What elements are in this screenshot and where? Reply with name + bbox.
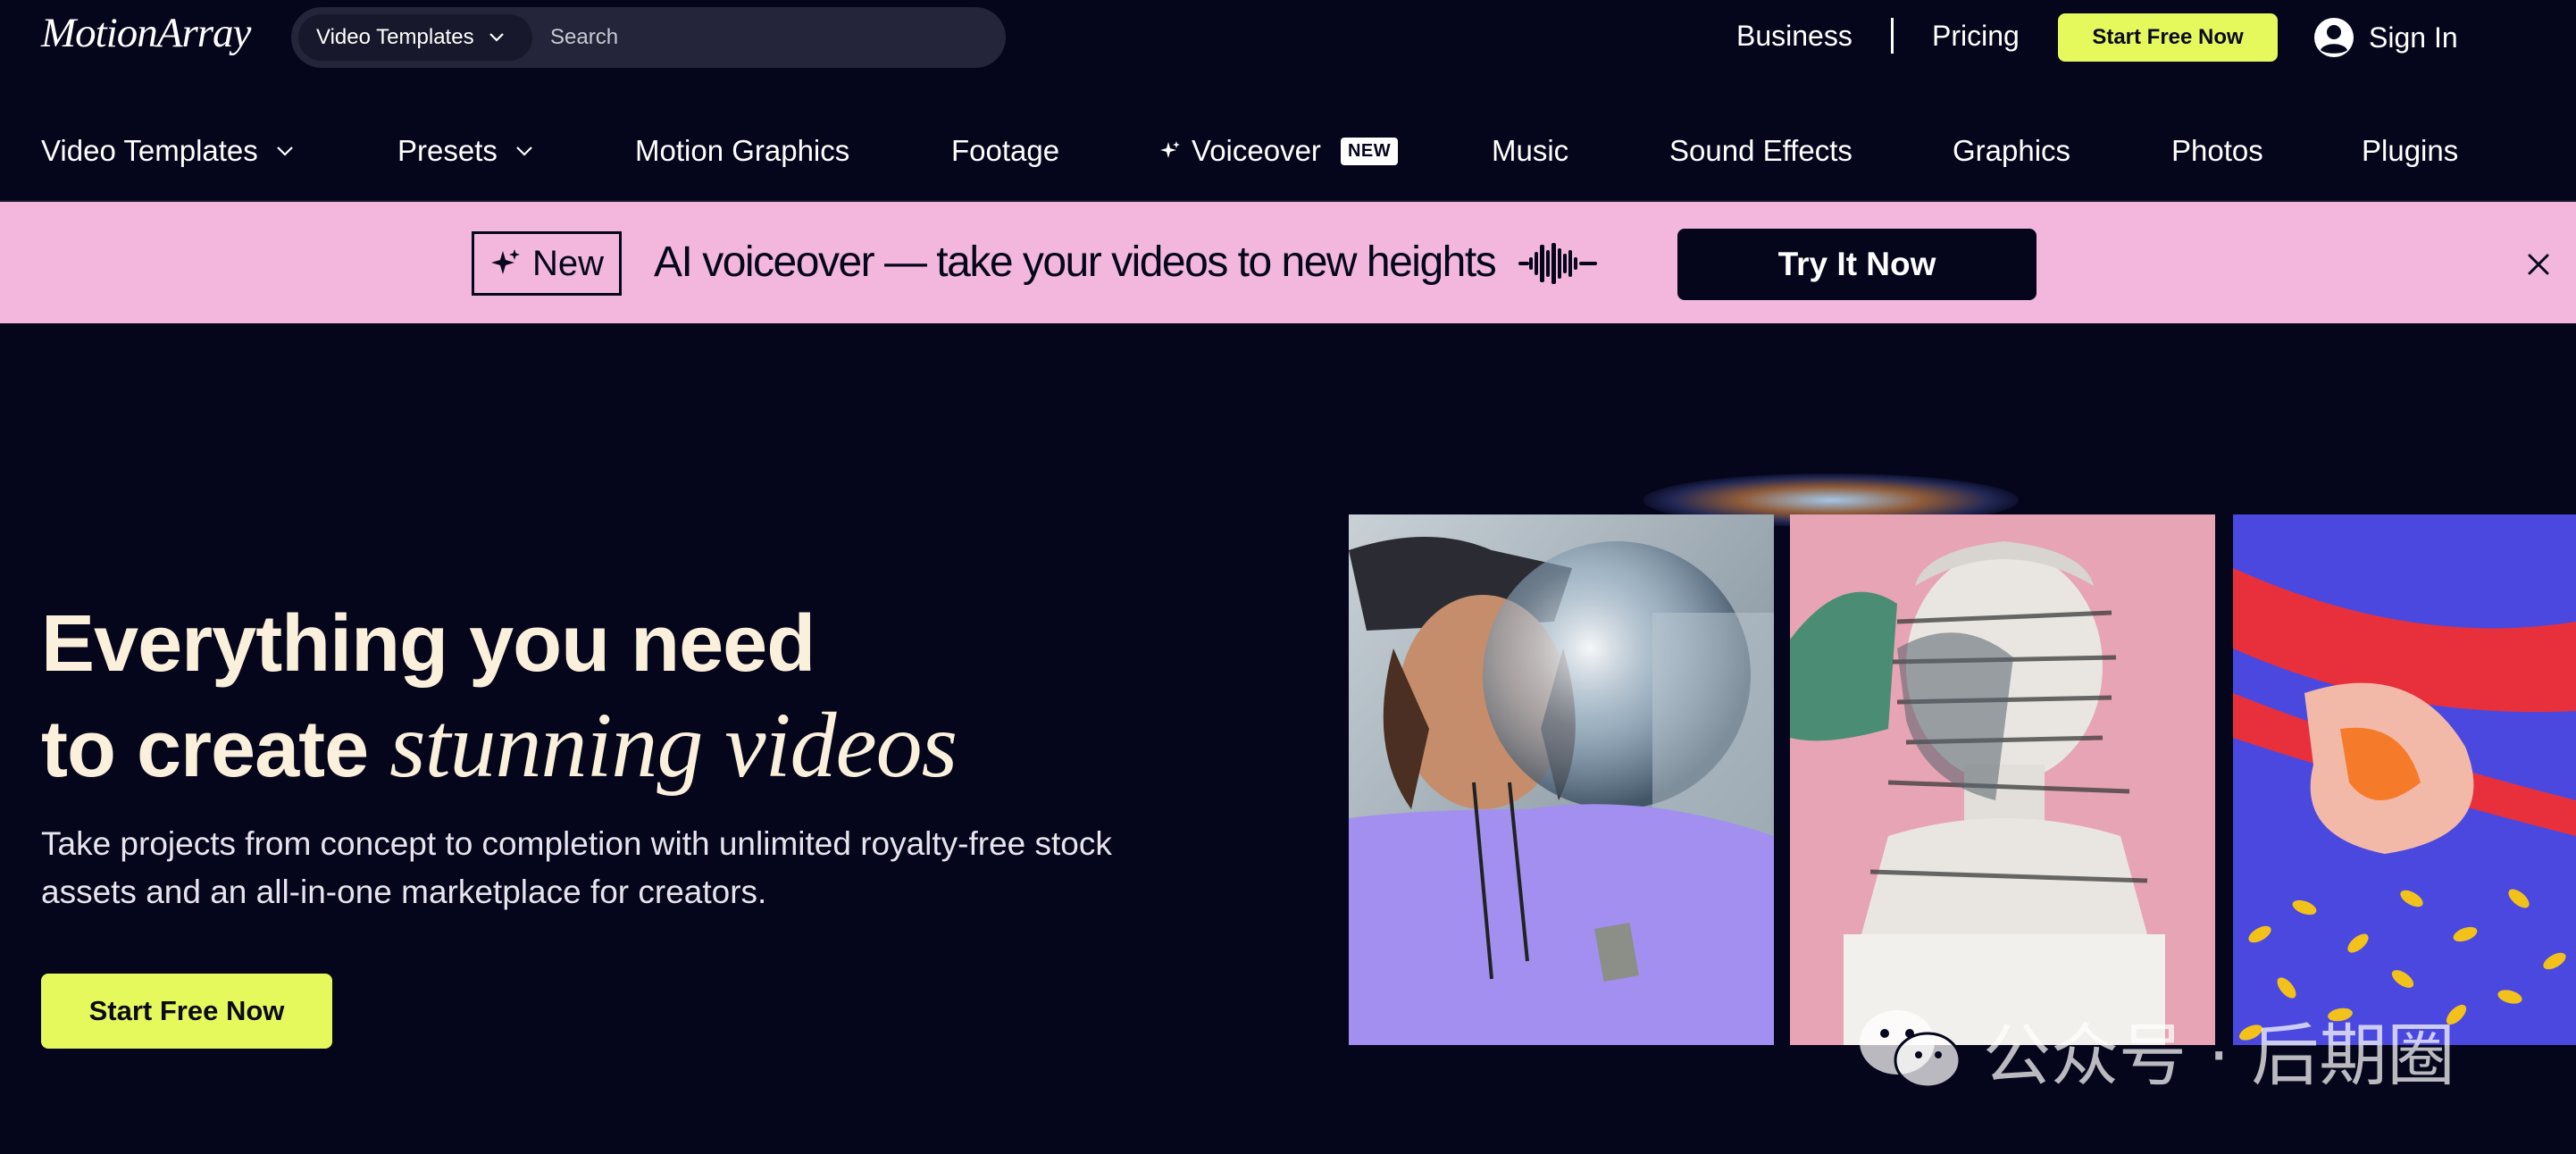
search-category-dropdown[interactable]: Video Templates — [298, 14, 532, 61]
nav-item-video-templates[interactable]: Video Templates — [41, 134, 294, 168]
person-with-glass-sphere-image — [1349, 514, 1774, 1045]
gallery-image-person — [1349, 514, 1774, 1045]
start-free-button-header[interactable]: Start Free Now — [2058, 13, 2278, 62]
nav-item-label: Presets — [397, 134, 498, 167]
search-category-label: Video Templates — [316, 25, 474, 49]
nav-item-plugins[interactable]: Plugins — [2362, 134, 2458, 168]
pricing-link[interactable]: Pricing — [1932, 20, 2020, 53]
start-free-button-hero[interactable]: Start Free Now — [41, 974, 332, 1049]
divider — [1891, 18, 1894, 54]
nav-item-label: Footage — [951, 134, 1060, 167]
close-icon[interactable] — [2524, 250, 2553, 279]
wechat-icon — [1860, 1010, 1961, 1089]
nav-item-graphics[interactable]: Graphics — [1953, 134, 2070, 168]
search-input[interactable] — [550, 16, 979, 59]
category-nav: Video Templates Presets Motion Graphics … — [0, 116, 2576, 188]
top-header: MotionArray Video Templates Business Pri… — [0, 0, 2576, 75]
sign-in-label: Sign In — [2369, 21, 2458, 54]
gallery-image-statue — [1790, 514, 2215, 1045]
soundwave-icon — [1518, 243, 1597, 284]
sign-in-link[interactable]: Sign In — [2313, 14, 2458, 61]
hero-title-plain: to create — [41, 705, 390, 794]
nav-item-label: Voiceover — [1192, 134, 1321, 167]
hero-title-line1: Everything you need — [41, 599, 815, 689]
sparkle-icon — [490, 249, 520, 274]
hero-title: Everything you need to create stunning v… — [41, 593, 958, 800]
nav-item-label: Photos — [2171, 134, 2263, 167]
nav-item-label: Sound Effects — [1669, 134, 1853, 167]
chevron-down-icon — [516, 146, 532, 156]
user-icon — [2314, 18, 2354, 57]
nav-item-label: Motion Graphics — [635, 134, 850, 167]
business-link[interactable]: Business — [1736, 20, 1853, 53]
hero-subtitle: Take projects from concept to completion… — [41, 825, 1112, 910]
motion-array-logo[interactable]: MotionArray — [41, 9, 251, 57]
nav-item-photos[interactable]: Photos — [2171, 134, 2263, 168]
nav-item-presets[interactable]: Presets — [397, 134, 533, 168]
nav-item-label: Video Templates — [41, 134, 258, 167]
nav-item-label: Plugins — [2362, 134, 2459, 167]
watermark-text: 公众号 · 后期圈 — [1983, 1016, 2455, 1095]
hero-title-line2: to create stunning videos — [41, 694, 958, 800]
chevron-down-icon — [277, 146, 293, 156]
nav-item-voiceover[interactable]: Voiceover NEW — [1159, 134, 1399, 168]
abstract-paint-image — [2233, 514, 2576, 1045]
hero-title-italic: stunning videos — [389, 694, 958, 797]
nav-item-sound-effects[interactable]: Sound Effects — [1669, 134, 1853, 168]
chevron-down-icon — [489, 33, 504, 42]
new-tag: New — [472, 231, 622, 296]
nav-item-label: Music — [1492, 134, 1569, 167]
promo-banner: New AI voiceover — take your videos to n… — [0, 200, 2576, 323]
nav-item-motion-graphics[interactable]: Motion Graphics — [635, 134, 849, 168]
try-it-now-button[interactable]: Try It Now — [1677, 229, 2037, 300]
sparkle-icon — [1160, 141, 1180, 158]
new-tag-label: New — [531, 243, 605, 283]
new-badge: NEW — [1340, 137, 1399, 165]
nav-item-footage[interactable]: Footage — [951, 134, 1059, 168]
gallery-image-abstract — [2233, 514, 2576, 1045]
watermark: 公众号 · 后期圈 — [1858, 1000, 2455, 1099]
nav-item-music[interactable]: Music — [1492, 134, 1568, 168]
nav-item-label: Graphics — [1953, 134, 2071, 167]
search-bar: Video Templates — [291, 7, 1006, 68]
statue-bust-image — [1790, 514, 2215, 1045]
banner-text: AI voiceover — take your videos to new h… — [654, 238, 1497, 286]
